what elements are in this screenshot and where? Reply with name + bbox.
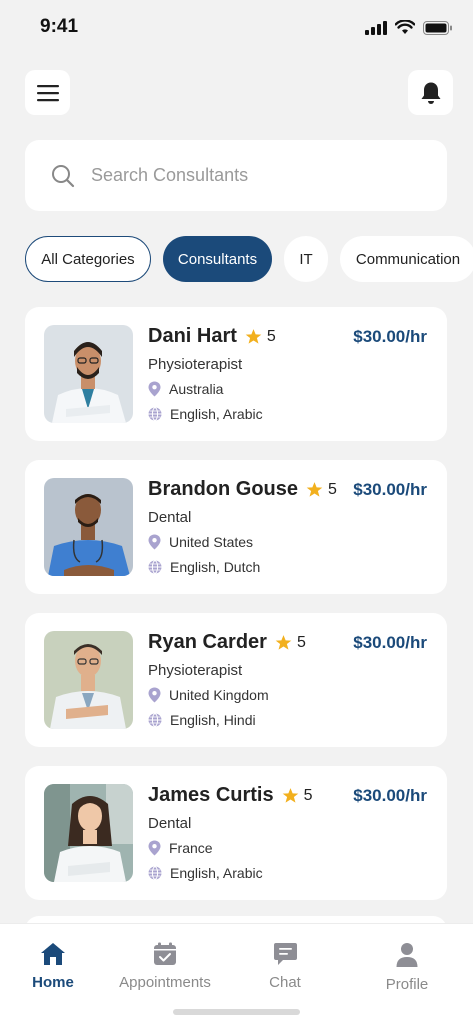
consultant-list: Dani Hart 5 $30.00/hr Physioterapist Aus… xyxy=(25,307,447,919)
rating-value: 5 xyxy=(328,480,337,498)
consultant-card[interactable]: Brandon Gouse 5 $30.00/hr Dental United … xyxy=(25,460,447,594)
nav-profile[interactable]: Profile xyxy=(352,942,462,993)
consultant-location: France xyxy=(148,840,213,856)
chip-communication[interactable]: Communication xyxy=(340,236,473,282)
globe-icon xyxy=(148,713,162,727)
consultant-photo xyxy=(44,631,133,729)
search-placeholder: Search Consultants xyxy=(91,165,249,185)
location-text: United States xyxy=(169,534,254,550)
consultant-specialty: Physioterapist xyxy=(148,356,243,373)
globe-icon xyxy=(148,560,162,574)
status-icons xyxy=(365,20,453,35)
consultant-specialty: Dental xyxy=(148,815,192,832)
rating: 5 xyxy=(275,634,306,652)
rating: 5 xyxy=(306,481,337,499)
globe-icon xyxy=(148,866,162,880)
languages-text: English, Arabic xyxy=(170,406,263,422)
status-bar: 9:41 xyxy=(0,0,473,56)
signal-icon xyxy=(365,20,387,35)
consultant-card[interactable]: Dani Hart 5 $30.00/hr Physioterapist Aus… xyxy=(25,307,447,441)
nav-home-label: Home xyxy=(32,974,74,991)
menu-button[interactable] xyxy=(25,70,70,115)
consultant-name: Ryan Carder xyxy=(148,631,267,653)
star-icon xyxy=(275,635,292,650)
search-icon xyxy=(52,164,75,187)
consultant-languages: English, Arabic xyxy=(148,865,263,881)
nav-chat-label: Chat xyxy=(269,974,301,991)
status-time: 9:41 xyxy=(40,16,79,37)
battery-icon xyxy=(423,20,452,35)
home-indicator xyxy=(173,1009,300,1015)
location-text: Australia xyxy=(169,381,224,397)
consultant-name-row: Dani Hart 5 xyxy=(148,325,276,348)
location-pin-icon xyxy=(148,687,161,703)
consultant-name-row: Ryan Carder 5 xyxy=(148,631,306,654)
location-pin-icon xyxy=(148,381,161,397)
consultant-languages: English, Arabic xyxy=(148,406,263,422)
globe-icon xyxy=(148,407,162,421)
languages-text: English, Arabic xyxy=(170,865,263,881)
star-icon xyxy=(282,788,298,803)
nav-home[interactable]: Home xyxy=(0,942,108,991)
consultant-photo xyxy=(44,325,133,423)
chip-all-categories[interactable]: All Categories xyxy=(25,236,151,282)
location-text: United Kingdom xyxy=(169,687,269,703)
consultant-card[interactable]: James Curtis 5 $30.00/hr Dental France E… xyxy=(25,766,447,900)
consultant-name: Brandon Gouse xyxy=(148,478,299,500)
location-text: France xyxy=(169,840,213,856)
hamburger-icon xyxy=(36,84,59,101)
consultant-languages: English, Dutch xyxy=(148,559,260,575)
search-input[interactable]: Search Consultants xyxy=(25,140,447,211)
user-icon xyxy=(396,943,418,967)
consultant-name-row: James Curtis 5 xyxy=(148,784,313,807)
star-icon xyxy=(306,482,323,497)
wifi-icon xyxy=(395,20,415,34)
rating-value: 5 xyxy=(296,633,306,651)
consultant-location: Australia xyxy=(148,381,223,397)
consultant-location: United States xyxy=(148,534,253,550)
home-icon xyxy=(41,943,65,965)
rating: 5 xyxy=(245,328,276,346)
location-pin-icon xyxy=(148,840,161,856)
nav-appointments[interactable]: Appointments xyxy=(110,942,220,991)
consultant-price: $30.00/hr xyxy=(353,327,427,346)
consultant-name-row: Brandon Gouse 5 xyxy=(148,478,337,501)
star-icon xyxy=(245,329,262,344)
rating: 5 xyxy=(282,787,313,805)
consultant-location: United Kingdom xyxy=(148,687,269,703)
bell-icon xyxy=(421,82,440,104)
languages-text: English, Hindi xyxy=(170,712,256,728)
category-chips: All Categories Consultants IT Communicat… xyxy=(25,236,473,282)
rating-value: 5 xyxy=(266,327,276,345)
nav-chat[interactable]: Chat xyxy=(230,942,340,991)
calendar-icon xyxy=(154,942,176,965)
consultant-photo xyxy=(44,478,133,576)
consultant-specialty: Dental xyxy=(148,509,192,526)
chip-consultants[interactable]: Consultants xyxy=(163,236,272,282)
nav-profile-label: Profile xyxy=(385,976,429,993)
consultant-price: $30.00/hr xyxy=(353,480,427,499)
nav-appointments-label: Appointments xyxy=(119,974,211,991)
consultant-card[interactable]: Ryan Carder 5 $30.00/hr Physioterapist U… xyxy=(25,613,447,747)
languages-text: English, Dutch xyxy=(170,559,261,575)
consultant-photo xyxy=(44,784,133,882)
chat-icon xyxy=(273,943,297,965)
consultant-price: $30.00/hr xyxy=(353,786,427,805)
consultant-name: James Curtis xyxy=(148,784,274,806)
consultant-languages: English, Hindi xyxy=(148,712,256,728)
consultant-specialty: Physioterapist xyxy=(148,662,243,679)
rating-value: 5 xyxy=(303,786,313,804)
notifications-button[interactable] xyxy=(408,70,453,115)
location-pin-icon xyxy=(148,534,161,550)
consultant-price: $30.00/hr xyxy=(353,633,427,652)
chip-it[interactable]: IT xyxy=(284,236,328,282)
consultant-name: Dani Hart xyxy=(148,325,237,347)
